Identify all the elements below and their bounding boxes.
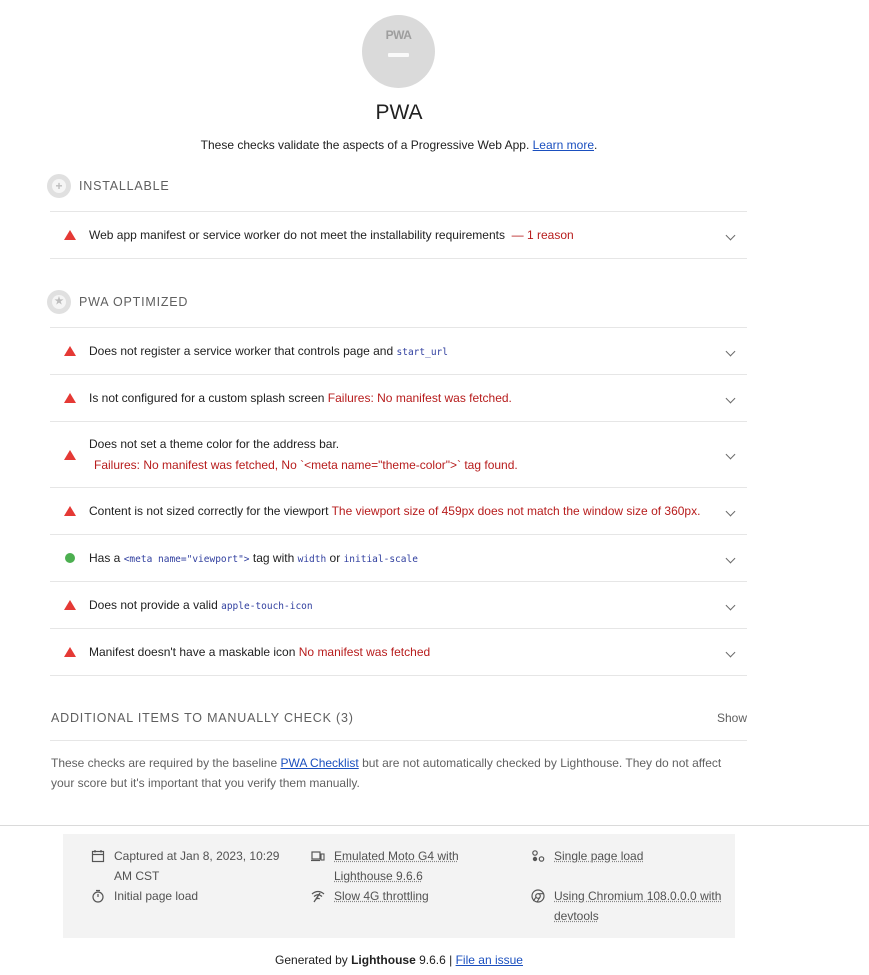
group-title: PWA OPTIMIZED — [79, 295, 189, 309]
plus-circle-icon: + — [47, 174, 71, 198]
generated-by-footer: Generated by Lighthouse 9.6.6 | File an … — [0, 953, 798, 967]
manual-checks-description: These checks are required by the baselin… — [51, 753, 741, 793]
audit-code: width — [297, 554, 327, 565]
audit-service-worker[interactable]: Does not register a service worker that … — [50, 327, 747, 374]
pwa-badge: PWA — [362, 15, 435, 88]
description-period: . — [594, 138, 598, 152]
footer-divider — [0, 825, 869, 826]
chevron-down-icon[interactable] — [725, 393, 736, 403]
calendar-icon — [91, 850, 105, 863]
audit-title-text: Is not configured for a custom splash sc… — [89, 391, 325, 405]
audit-detail: The viewport size of 459px does not matc… — [331, 504, 701, 518]
audit-title-text: Does not register a service worker that … — [89, 344, 394, 358]
category-description: These checks validate the aspects of a P… — [0, 138, 798, 152]
pass-circle-icon — [65, 553, 75, 563]
audit-detail: Failures: No manifest was fetched. — [327, 391, 512, 405]
pwa-checklist-link[interactable]: PWA Checklist — [280, 756, 358, 770]
audit-title-text: Content is not sized correctly for the v… — [89, 504, 329, 518]
fail-triangle-icon — [64, 230, 76, 240]
audit-title: Does not register a service worker that … — [89, 344, 448, 358]
category-title: PWA — [375, 101, 423, 124]
audit-title: Has a <meta name="viewport"> tag with wi… — [89, 551, 418, 565]
fail-triangle-icon — [64, 600, 76, 610]
audit-title-text: or — [329, 551, 341, 565]
product-version: 9.6.6 | — [419, 953, 453, 967]
audit-theme-color[interactable]: Does not set a theme color for the addre… — [50, 421, 747, 487]
category-description-text: These checks validate the aspects of a P… — [200, 138, 530, 152]
fail-triangle-icon — [64, 346, 76, 356]
env-label[interactable]: Slow 4G throttling — [311, 886, 491, 906]
single-load-icon — [532, 850, 545, 862]
env-label[interactable]: Using Chromium 108.0.0.0 with devtools — [531, 886, 731, 926]
file-issue-link[interactable]: File an issue — [456, 953, 523, 967]
audit-apple-touch-icon[interactable]: Does not provide a valid apple-touch-ico… — [50, 581, 747, 628]
audit-title-text: Manifest doesn't have a maskable icon — [89, 645, 296, 659]
group-installable: + INSTALLABLE — [47, 174, 170, 198]
generated-by-text: Generated by — [275, 953, 348, 967]
star-circle-icon: ★ — [47, 290, 71, 314]
product-name: Lighthouse — [351, 953, 416, 967]
chevron-down-icon[interactable] — [725, 230, 736, 240]
chevron-down-icon[interactable] — [725, 553, 736, 563]
group-pwa-optimized: ★ PWA OPTIMIZED — [47, 290, 188, 314]
audit-title: Manifest doesn't have a maskable icon No… — [89, 645, 430, 659]
fail-triangle-icon — [64, 506, 76, 516]
env-label[interactable]: Emulated Moto G4 with Lighthouse 9.6.6 — [311, 846, 491, 886]
learn-more-link[interactable]: Learn more — [533, 138, 594, 152]
audit-title: Web app manifest or service worker do no… — [89, 228, 574, 242]
audit-code: initial-scale — [343, 554, 418, 565]
env-captured: Captured at Jan 8, 2023, 10:29 AM CST — [91, 846, 291, 886]
audit-code: apple-touch-icon — [221, 601, 313, 612]
stopwatch-icon — [92, 889, 104, 903]
env-label: Captured at Jan 8, 2023, 10:29 AM CST — [114, 849, 280, 883]
audit-title-text: tag with — [252, 551, 295, 565]
chevron-down-icon[interactable] — [725, 506, 736, 516]
fail-triangle-icon — [64, 393, 76, 403]
audit-installable-manifest[interactable]: Web app manifest or service worker do no… — [50, 211, 747, 259]
pwa-gauge: PWA — [362, 15, 435, 88]
env-emulated-device: Emulated Moto G4 with Lighthouse 9.6.6 — [311, 846, 491, 886]
chrome-icon — [531, 889, 545, 903]
manual-desc-text: These checks are required by the baselin… — [51, 756, 278, 770]
audit-code: start_url — [396, 347, 448, 358]
audit-maskable-icon[interactable]: Manifest doesn't have a maskable icon No… — [50, 628, 747, 676]
audit-detail: Failures: No manifest was fetched, No `<… — [94, 458, 518, 472]
chevron-down-icon[interactable] — [725, 346, 736, 356]
fail-triangle-icon — [64, 647, 76, 657]
chevron-down-icon[interactable] — [725, 600, 736, 610]
env-label: Initial page load — [114, 889, 199, 903]
env-label[interactable]: Single page load — [531, 846, 731, 866]
manual-show-button[interactable]: Show — [717, 711, 747, 725]
audit-title-text: Does not provide a valid — [89, 598, 218, 612]
pwa-logo-text: PWA — [385, 28, 412, 42]
wifi-icon — [311, 890, 325, 903]
audit-code: <meta name="viewport"> — [123, 554, 250, 565]
chevron-down-icon[interactable] — [725, 647, 736, 657]
audit-title-text: Web app manifest or service worker do no… — [89, 228, 505, 242]
env-initial-load: Initial page load — [91, 886, 291, 906]
audit-detail: No manifest was fetched — [298, 645, 431, 659]
group-title: INSTALLABLE — [79, 179, 170, 193]
audit-meta-viewport[interactable]: Has a <meta name="viewport"> tag with wi… — [50, 534, 747, 581]
audit-detail: — 1 reason — [511, 228, 574, 242]
manual-checks-title[interactable]: ADDITIONAL ITEMS TO MANUALLY CHECK (3) — [51, 711, 354, 725]
audit-splash-screen[interactable]: Is not configured for a custom splash sc… — [50, 374, 747, 421]
env-single-load: Single page load — [531, 846, 731, 866]
audit-viewport-size[interactable]: Content is not sized correctly for the v… — [50, 487, 747, 534]
audit-title: Does not provide a valid apple-touch-ico… — [89, 598, 313, 612]
chevron-down-icon[interactable] — [725, 449, 736, 460]
devices-icon — [311, 851, 325, 862]
env-chromium: Using Chromium 108.0.0.0 with devtools — [531, 886, 731, 926]
audit-title: Is not configured for a custom splash sc… — [89, 391, 512, 405]
audit-title: Does not set a theme color for the addre… — [89, 437, 340, 451]
divider — [50, 740, 747, 741]
env-throttling: Slow 4G throttling — [311, 886, 491, 906]
neutral-dash-icon — [388, 53, 409, 57]
audit-title: Content is not sized correctly for the v… — [89, 504, 700, 518]
fail-triangle-icon — [64, 449, 76, 460]
runtime-settings: Captured at Jan 8, 2023, 10:29 AM CST In… — [63, 834, 735, 938]
audit-title-text: Has a — [89, 551, 121, 565]
